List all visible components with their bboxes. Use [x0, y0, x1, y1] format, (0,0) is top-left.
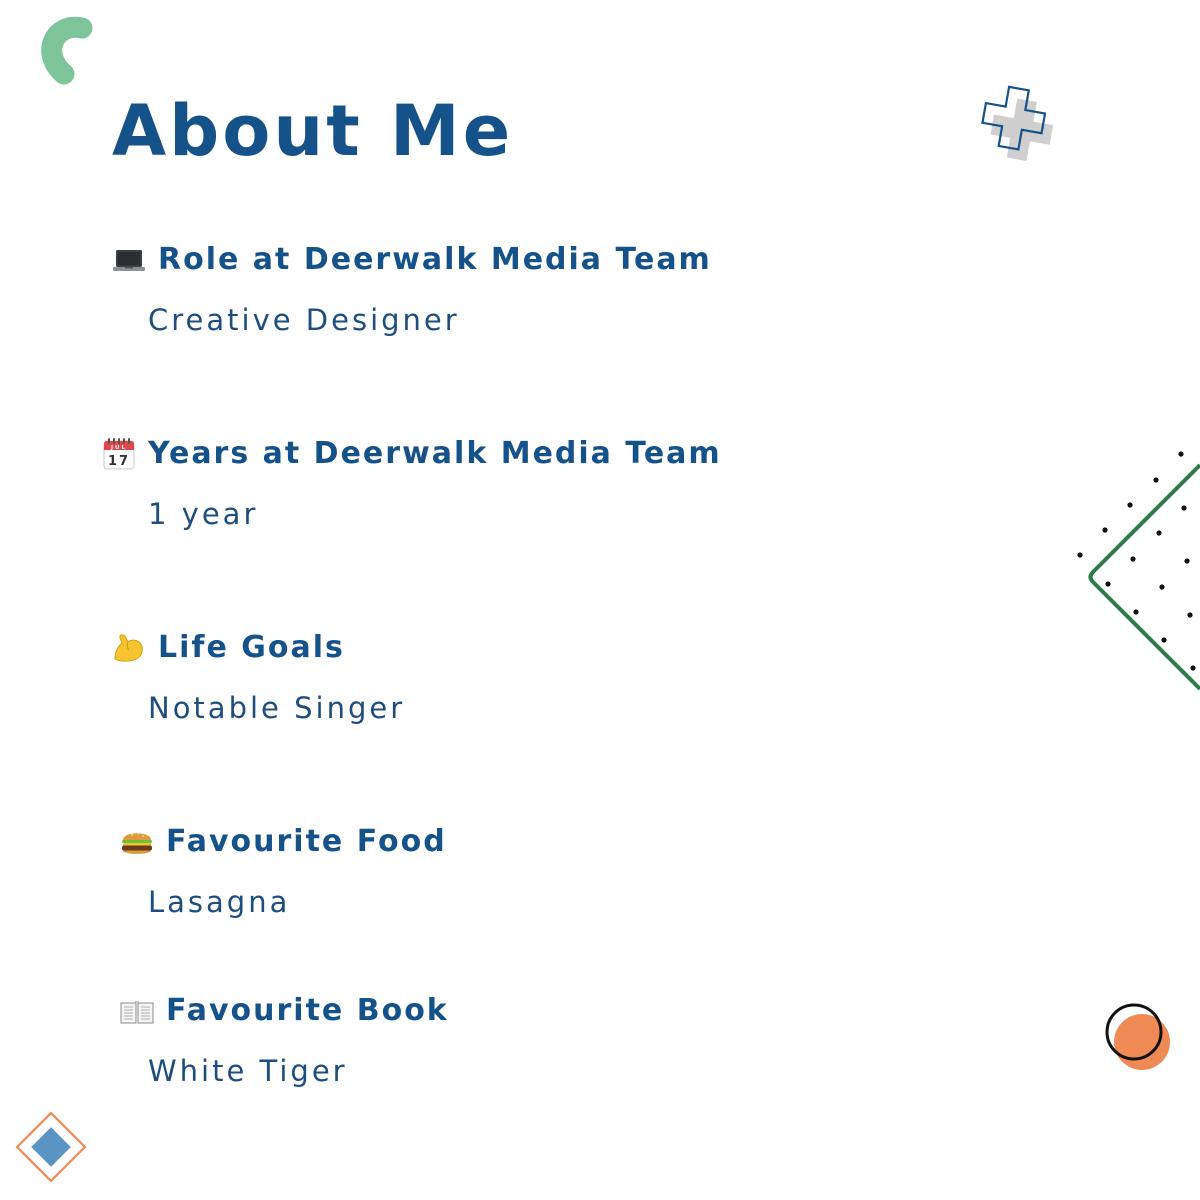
- life-goals-value: Notable Singer: [148, 691, 406, 725]
- calendar-icon: JUL 17: [102, 437, 136, 471]
- role-value: Creative Designer: [148, 303, 460, 337]
- favourite-book-value: White Tiger: [148, 1054, 348, 1088]
- burger-icon: [120, 825, 154, 859]
- open-book-icon: [120, 994, 154, 1028]
- life-goals-heading: Life Goals: [112, 628, 345, 668]
- role-heading: Role at Deerwalk Media Team: [112, 240, 712, 280]
- years-value: 1 year: [148, 497, 259, 531]
- favourite-food-heading: Favourite Food: [120, 822, 447, 862]
- favourite-food-value: Lasagna: [148, 885, 291, 919]
- years-heading-label: Years at Deerwalk Media Team: [148, 436, 722, 471]
- page-title: About Me: [112, 90, 514, 172]
- favourite-food-heading-label: Favourite Food: [166, 824, 447, 859]
- flexed-biceps-icon: [112, 631, 146, 665]
- years-heading: JUL 17 Years at Deerwalk Media Team: [102, 434, 722, 474]
- calendar-month: JUL: [110, 445, 127, 451]
- life-goals-heading-label: Life Goals: [158, 630, 345, 665]
- favourite-book-heading: Favourite Book: [120, 991, 449, 1031]
- green-arc-decoration: [41, 16, 93, 85]
- laptop-icon: [112, 243, 146, 277]
- role-heading-label: Role at Deerwalk Media Team: [158, 242, 712, 277]
- plus-decoration: [981, 85, 1054, 162]
- chevron-dots-decoration: [1077, 451, 1200, 691]
- favourite-book-heading-label: Favourite Book: [166, 993, 449, 1028]
- circles-decoration: [1105, 1003, 1170, 1070]
- calendar-day: 17: [108, 454, 130, 469]
- diamond-decoration: [15, 1111, 87, 1183]
